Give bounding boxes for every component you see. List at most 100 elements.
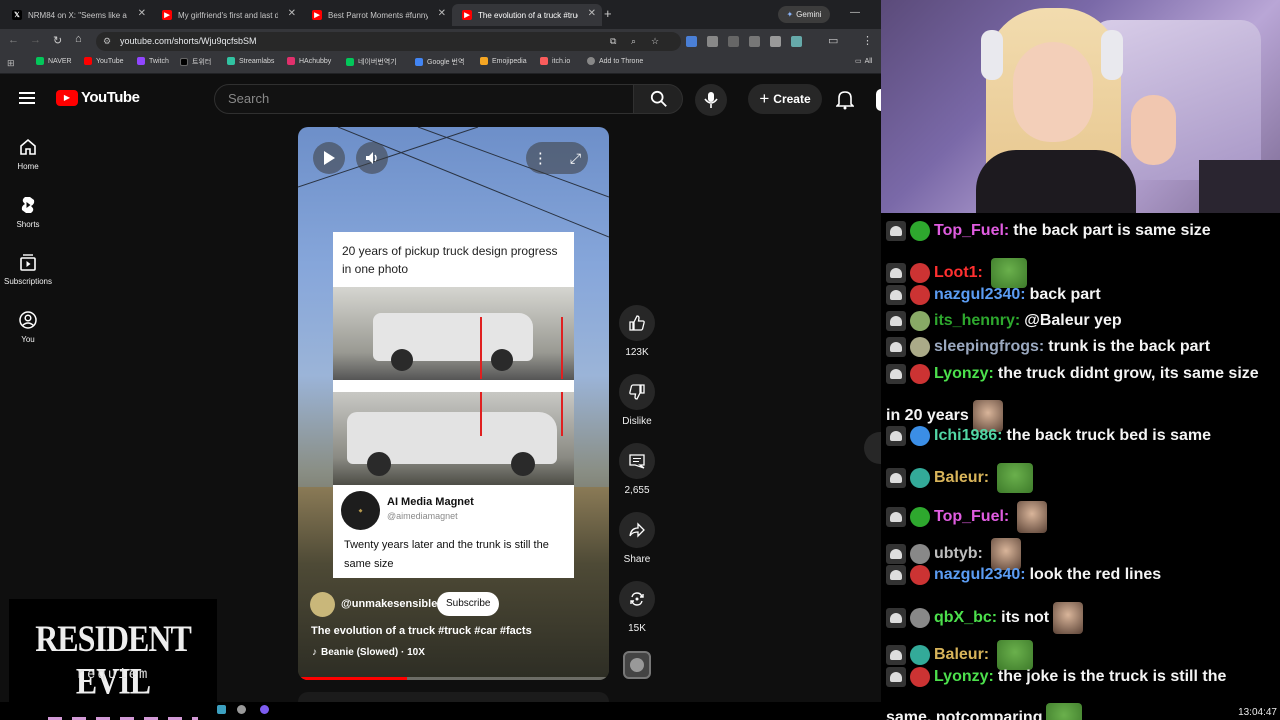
close-icon[interactable]: ✕ bbox=[288, 8, 296, 19]
tab-2[interactable]: ▶ Best Parrot Moments #funnysh ✕ bbox=[302, 4, 452, 26]
chat-username[interactable]: its_hennry: bbox=[934, 312, 1020, 330]
chat-username[interactable]: ubtyb: bbox=[934, 545, 983, 563]
bookmark-twitter[interactable]: 트위터 bbox=[180, 57, 211, 67]
create-button[interactable]: + Create bbox=[748, 84, 822, 114]
bookmark-itchio[interactable]: itch.io bbox=[540, 57, 570, 65]
hamburger-menu-icon[interactable] bbox=[19, 92, 35, 104]
all-bookmarks[interactable]: ▭ All bbox=[855, 57, 872, 66]
close-icon[interactable]: ✕ bbox=[438, 8, 446, 19]
streamer-shirt bbox=[976, 150, 1136, 213]
bookmark-hachubby[interactable]: HAchubby bbox=[287, 57, 331, 65]
fullscreen-icon[interactable]: ⤢ bbox=[570, 150, 581, 167]
extension-icon[interactable] bbox=[686, 36, 697, 47]
chat-username[interactable]: nazgul2340: bbox=[934, 566, 1026, 584]
chat-text: look the red lines bbox=[1029, 566, 1162, 583]
channel-name[interactable]: @unmakesensible bbox=[341, 598, 437, 610]
chat-username[interactable]: Baleur: bbox=[934, 646, 989, 664]
close-icon[interactable]: ✕ bbox=[588, 8, 596, 19]
forward-icon[interactable]: → bbox=[30, 34, 41, 46]
like-button[interactable]: 123K bbox=[619, 305, 655, 358]
chat-badge-icon bbox=[910, 468, 930, 488]
bookmark-youtube[interactable]: YouTube bbox=[84, 57, 124, 65]
bookmark-streamlabs[interactable]: Streamlabs bbox=[227, 57, 274, 65]
dislike-button[interactable]: Dislike bbox=[619, 374, 655, 427]
audio-thumbnail[interactable] bbox=[623, 651, 651, 679]
pepe-emote-icon bbox=[997, 640, 1034, 670]
extension-icon[interactable] bbox=[707, 36, 718, 47]
hashtags-link[interactable]: #truck #car #facts bbox=[438, 625, 532, 637]
reload-icon[interactable]: ↻ bbox=[53, 34, 62, 47]
bookmark-twitch[interactable]: Twitch bbox=[137, 57, 169, 65]
chat-username[interactable]: Ichi1986: bbox=[934, 427, 1002, 445]
minimize-icon[interactable]: — bbox=[850, 7, 860, 18]
app-icon[interactable] bbox=[237, 705, 246, 714]
chat-username[interactable]: nazgul2340: bbox=[934, 286, 1026, 304]
back-icon[interactable]: ← bbox=[8, 34, 19, 46]
bookmark-naver[interactable]: NAVER bbox=[36, 57, 72, 65]
app-icon[interactable] bbox=[260, 705, 269, 714]
share-button[interactable]: Share bbox=[619, 512, 655, 565]
gemini-button[interactable]: ✦ Gemini bbox=[778, 6, 830, 23]
tab-0[interactable]: 𝕏 NRM84 on X: "Seems like a wa ✕ bbox=[2, 4, 152, 26]
bookmark-emojipedia[interactable]: Emojipedia bbox=[480, 57, 527, 65]
youtube-logo[interactable]: ▶ YouTube bbox=[56, 89, 140, 106]
bookmark-throne[interactable]: Add to Throne bbox=[587, 57, 643, 65]
audio-track[interactable]: ♪ Beanie (Slowed) · 10X bbox=[312, 647, 425, 658]
play-button[interactable] bbox=[313, 142, 345, 174]
address-bar-row: ← → ↻ ⌂ ⚙ youtube.com/shorts/Wju9qcfsbSM… bbox=[0, 29, 881, 54]
apps-icon[interactable]: ⊞ bbox=[7, 58, 15, 69]
app-icon[interactable] bbox=[217, 705, 226, 714]
chat-badge-icon bbox=[910, 426, 930, 446]
progress-bar[interactable] bbox=[298, 677, 609, 680]
menu-icon[interactable]: ⋮ bbox=[862, 34, 873, 47]
subscribe-button[interactable]: Subscribe bbox=[437, 592, 500, 616]
volume-button[interactable] bbox=[356, 142, 388, 174]
next-short-button[interactable] bbox=[864, 432, 881, 464]
chat-username[interactable]: Baleur: bbox=[934, 469, 989, 487]
comments-button[interactable]: 2,655 bbox=[619, 443, 655, 496]
channel-avatar[interactable] bbox=[310, 592, 335, 617]
close-icon[interactable]: ✕ bbox=[138, 8, 146, 19]
sidepanel-icon[interactable]: ▭ bbox=[828, 34, 838, 47]
voice-search-button[interactable] bbox=[695, 84, 727, 116]
chat-username[interactable]: Lyonzy: bbox=[934, 365, 994, 383]
more-options-icon[interactable]: ⋮ bbox=[533, 149, 548, 167]
install-icon[interactable]: ⧉ bbox=[610, 32, 616, 51]
chat-message: Top_Fuel: bbox=[886, 501, 1048, 533]
bookmark-naver-translate[interactable]: 네이버번역기 bbox=[346, 57, 397, 67]
extension-icon[interactable] bbox=[728, 36, 739, 47]
clock: 13:04:47 bbox=[1238, 707, 1277, 718]
chat-badge-icon bbox=[910, 667, 930, 687]
notifications-icon[interactable] bbox=[836, 90, 854, 110]
bookmark-google-translate[interactable]: Google 번역 bbox=[415, 57, 464, 67]
tab-3-active[interactable]: ▶ The evolution of a truck #truck ✕ bbox=[452, 4, 602, 26]
search-button[interactable] bbox=[633, 84, 683, 114]
short-title: The evolution of a truck #truck #car #fa… bbox=[311, 625, 532, 637]
extension-icon[interactable] bbox=[749, 36, 760, 47]
sidebar-item-subscriptions[interactable]: Subscriptions bbox=[0, 253, 56, 286]
chat-username[interactable]: qbX_bc: bbox=[934, 609, 997, 627]
sidebar-item-you[interactable]: You bbox=[0, 311, 56, 344]
chat-username[interactable]: Lyonzy: bbox=[934, 668, 994, 686]
bookmark-star-icon[interactable]: ☆ bbox=[651, 32, 659, 51]
stream-chat: Top_Fuel: the back part is same size Loot1… bbox=[881, 213, 1280, 720]
tweet-card: 20 years of pickup truck design progress… bbox=[333, 232, 574, 578]
chat-username[interactable]: sleepingfrogs: bbox=[934, 338, 1044, 356]
chat-text: its not bbox=[1001, 609, 1050, 626]
puzzle-icon[interactable] bbox=[791, 36, 802, 47]
remix-button[interactable]: 15K bbox=[619, 581, 655, 634]
search-input[interactable]: Search bbox=[214, 84, 634, 114]
chat-username[interactable]: Loot1: bbox=[934, 264, 983, 282]
sidebar-item-home[interactable]: Home bbox=[0, 138, 56, 171]
site-info-icon[interactable]: ⚙ bbox=[103, 32, 111, 51]
sidebar-item-shorts[interactable]: Shorts bbox=[0, 196, 56, 229]
url-field[interactable]: ⚙ youtube.com/shorts/Wju9qcfsbSM ⧉ ⌕ ☆ bbox=[96, 32, 681, 51]
new-tab-icon[interactable]: + bbox=[604, 6, 612, 21]
chat-username[interactable]: Top_Fuel: bbox=[934, 222, 1009, 240]
zoom-icon[interactable]: ⌕ bbox=[631, 32, 636, 51]
extension-icon[interactable] bbox=[770, 36, 781, 47]
chat-username[interactable]: Top_Fuel: bbox=[934, 508, 1009, 526]
home-icon[interactable]: ⌂ bbox=[75, 33, 82, 45]
author-avatar: ◆ bbox=[341, 491, 380, 530]
tab-1[interactable]: ▶ My girlfriend's first and last dri ✕ bbox=[152, 4, 302, 26]
